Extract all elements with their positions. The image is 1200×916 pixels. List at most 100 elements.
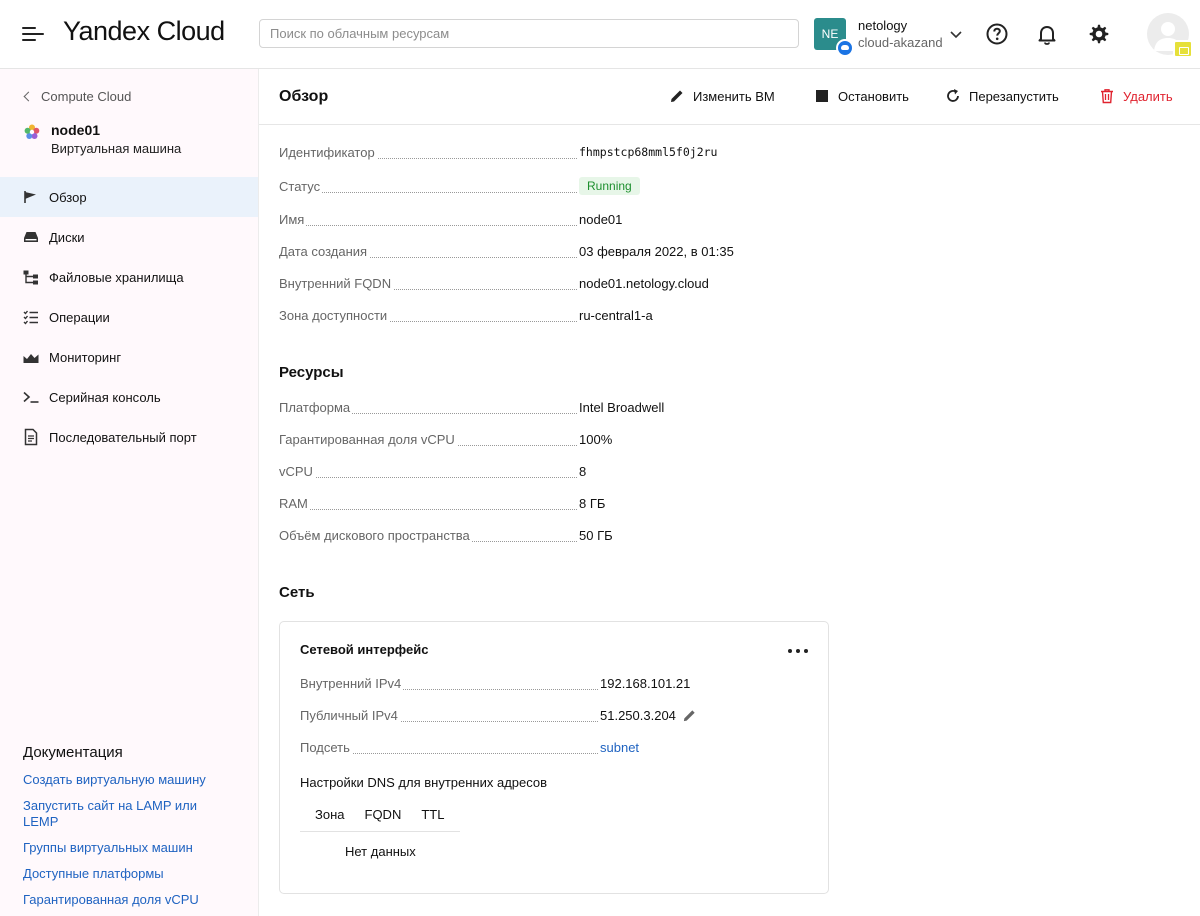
nav-item-overview[interactable]: Обзор: [0, 177, 258, 217]
main-content: Обзор Изменить ВМ Остановить Перезапусти…: [259, 69, 1200, 916]
field-platform: Платформа Intel Broadwell: [279, 400, 839, 418]
gear-icon[interactable]: [1087, 22, 1111, 46]
empty-state: Нет данных: [345, 844, 416, 859]
field-internal-ip: Внутренний IPv4 192.168.101.21: [300, 676, 780, 694]
docs-title: Документация: [23, 744, 123, 761]
vm-name: node01: [51, 122, 101, 138]
menu-icon[interactable]: [22, 24, 44, 44]
bell-icon[interactable]: [1035, 22, 1059, 46]
nav-item-operations[interactable]: Операции: [0, 297, 258, 337]
doc-link[interactable]: Гарантированная доля vCPU: [23, 892, 223, 908]
field-label: Платформа: [279, 400, 353, 415]
field-core-fraction: Гарантированная доля vCPU 100%: [279, 432, 839, 450]
column-header: Зона: [315, 807, 345, 822]
network-title: Сеть: [279, 584, 315, 601]
restart-icon: [947, 89, 959, 102]
yandex-cloud-logo[interactable]: Yandex Cloud: [63, 16, 225, 47]
doc-link[interactable]: Группы виртуальных машин: [23, 840, 223, 856]
doc-link[interactable]: Создать виртуальную машину: [23, 772, 223, 788]
field-value: 03 февраля 2022, в 01:35: [579, 244, 734, 259]
edit-vm-label: Изменить ВМ: [693, 88, 775, 104]
field-label: Объём дискового пространства: [279, 528, 472, 543]
help-icon[interactable]: [985, 22, 1009, 46]
field-label: Идентификатор: [279, 145, 377, 160]
sidebar: Compute Cloud node01 Виртуальная машина …: [0, 69, 259, 916]
field-value: 192.168.101.21: [600, 676, 691, 691]
virtual-machine-icon: [24, 124, 40, 139]
stop-icon: [816, 90, 828, 102]
chevron-left-icon: [23, 91, 34, 102]
field-label: Гарантированная доля vCPU: [279, 432, 457, 447]
field-label: Зона доступности: [279, 308, 390, 323]
cloud-name[interactable]: cloud-akazand: [858, 35, 943, 50]
field-label: Внутренний IPv4: [300, 676, 404, 691]
field-label: Подсеть: [300, 740, 352, 755]
field-value: 50 ГБ: [579, 528, 613, 543]
field-disk: Объём дискового пространства 50 ГБ: [279, 528, 839, 546]
more-icon[interactable]: [788, 646, 808, 656]
field-fqdn: Внутренний FQDN node01.netology.cloud: [279, 276, 839, 294]
nav-item-disks[interactable]: Диски: [0, 217, 258, 257]
nav-item-label: Мониторинг: [49, 349, 122, 365]
overview-icon: [24, 191, 36, 203]
field-id: Идентификатор fhmpstcp68mml5f0j2ru: [279, 145, 839, 163]
doc-link[interactable]: Доступные платформы: [23, 866, 223, 882]
card-title: Сетевой интерфейс: [300, 642, 429, 657]
field-label: RAM: [279, 496, 310, 511]
top-bar: Yandex Cloud NE netology cloud-akazand: [0, 0, 1200, 69]
field-value: node01: [579, 212, 623, 227]
operations-icon: [23, 310, 38, 325]
back-link-label: Compute Cloud: [41, 89, 132, 104]
column-header: TTL: [421, 807, 445, 822]
field-value: ru-central1-a: [579, 308, 653, 323]
file-storage-icon: [23, 270, 38, 285]
field-label: Внутренний FQDN: [279, 276, 394, 291]
lock-badge-icon: [1173, 40, 1193, 58]
nav-item-label: Последовательный порт: [49, 429, 197, 445]
field-label: vCPU: [279, 464, 315, 479]
field-value: 51.250.3.204: [600, 708, 676, 723]
field-zone: Зона доступности ru-central1-a: [279, 308, 839, 326]
trash-icon: [1101, 89, 1113, 104]
chevron-down-icon[interactable]: [948, 26, 964, 42]
nav-item-monitoring[interactable]: Мониторинг: [0, 337, 258, 377]
dns-table-header: Зона FQDN TTL: [300, 798, 460, 832]
monitoring-icon: [23, 354, 39, 363]
nav-item-label: Серийная консоль: [49, 389, 161, 405]
field-public-ip: Публичный IPv4 51.250.3.204: [300, 708, 780, 726]
nav-item-label: Операции: [49, 309, 110, 325]
field-value: node01.netology.cloud: [579, 276, 709, 291]
nav-item-label: Обзор: [49, 189, 87, 205]
edit-pencil-icon[interactable]: [682, 708, 697, 723]
disk-icon: [24, 232, 38, 242]
doc-link[interactable]: Запустить сайт на LAMP или LEMP: [23, 798, 203, 830]
search-input[interactable]: [259, 19, 799, 48]
stop-button[interactable]: Остановить: [814, 88, 909, 104]
nav-item-file-storage[interactable]: Файловые хранилища: [0, 257, 258, 297]
resources-title: Ресурсы: [279, 364, 344, 381]
field-created: Дата создания 03 февраля 2022, в 01:35: [279, 244, 839, 262]
restart-button[interactable]: Перезапустить: [945, 88, 1059, 104]
field-value: 100%: [579, 432, 613, 447]
nav-item-serial-port[interactable]: Последовательный порт: [0, 417, 258, 457]
restart-label: Перезапустить: [969, 88, 1059, 104]
terminal-icon: [23, 391, 39, 403]
field-value: 8: [579, 464, 587, 479]
dns-table: Зона FQDN TTL Нет данных: [300, 798, 460, 859]
delete-button[interactable]: Удалить: [1099, 88, 1173, 104]
nav-item-label: Диски: [49, 229, 85, 245]
network-interface-card: Сетевой интерфейс Внутренний IPv4 192.16…: [279, 621, 829, 894]
nav-item-label: Файловые хранилища: [49, 269, 184, 285]
organization-name[interactable]: netology: [858, 18, 907, 33]
field-label: Дата создания: [279, 244, 370, 259]
subnet-link[interactable]: subnet: [600, 740, 639, 755]
document-icon: [24, 428, 38, 446]
pencil-icon: [671, 90, 683, 102]
back-link[interactable]: Compute Cloud: [23, 89, 132, 104]
edit-vm-button[interactable]: Изменить ВМ: [669, 88, 775, 104]
field-label: Статус: [279, 179, 323, 194]
field-value: Intel Broadwell: [579, 400, 665, 415]
dns-settings-title: Настройки DNS для внутренних адресов: [300, 775, 548, 790]
stop-label: Остановить: [838, 88, 909, 104]
nav-item-serial-console[interactable]: Серийная консоль: [0, 377, 258, 417]
